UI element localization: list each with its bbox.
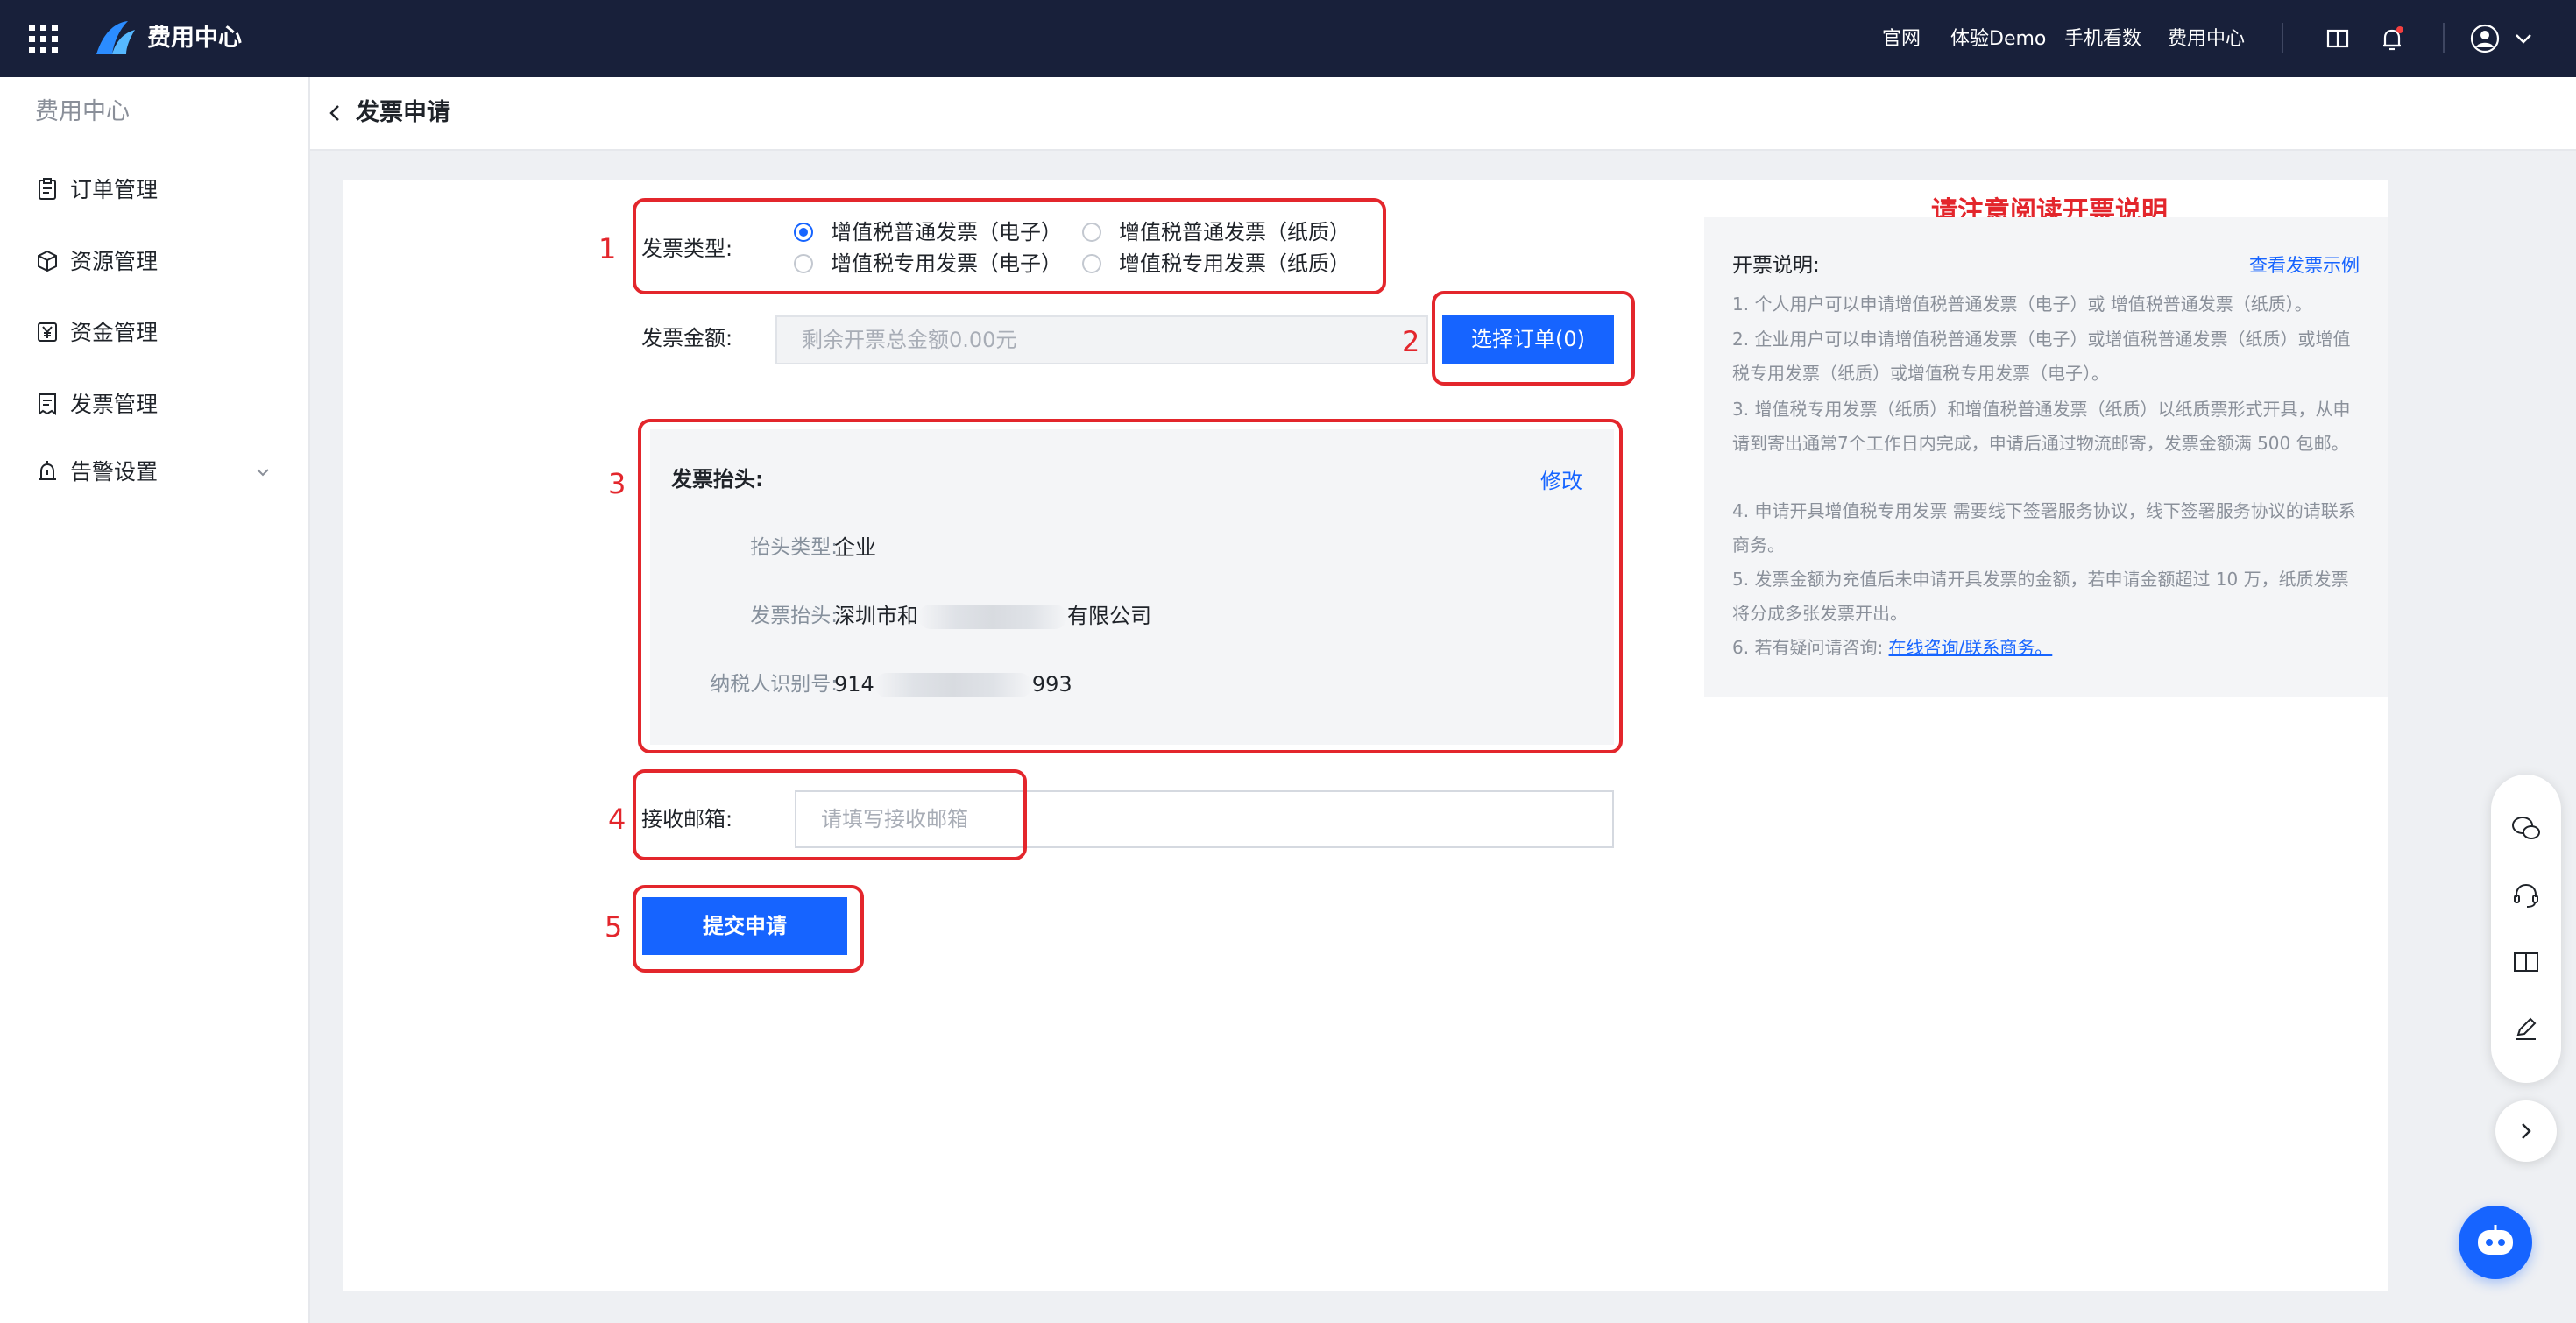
- annotation-box-select-order: [1432, 291, 1635, 386]
- nav-divider: [2443, 23, 2445, 53]
- annotation-number: 2: [1402, 325, 1420, 358]
- page-title: 发票申请: [356, 99, 450, 126]
- book-icon[interactable]: [2510, 946, 2542, 978]
- note-item: 2. 企业用户可以申请增值税普通发票（电子）或增值税普通发票（纸质）或增值税专用…: [1732, 329, 2351, 384]
- note-item: 1. 个人用户可以申请增值税普通发票（电子）或 增值税普通发票（纸质）。: [1732, 294, 2312, 315]
- alarm-icon: [39, 461, 56, 480]
- nav-link-official-site[interactable]: 官网: [1882, 26, 1921, 53]
- amount-placeholder: 剩余开票总金额0.00元: [802, 328, 1017, 352]
- annotation-number: 4: [608, 803, 626, 836]
- note-item-contact: 6. 若有疑问请咨询: 在线咨询/联系商务。: [1732, 637, 2053, 658]
- contact-link[interactable]: 在线咨询/联系商务。: [1889, 637, 2053, 658]
- note-item: 3. 增值税专用发票（纸质）和增值税普通发票（纸质）以纸质票形式开具，从申请到寄…: [1732, 399, 2351, 454]
- wechat-icon[interactable]: [2510, 813, 2542, 845]
- brand-name: 费用中心: [147, 25, 242, 52]
- annotation-box-submit: [633, 885, 864, 973]
- chevron-down-icon[interactable]: [254, 463, 272, 481]
- sidebar-item-orders[interactable]: 订单管理: [35, 171, 280, 209]
- nav-divider: [2282, 23, 2283, 53]
- headset-icon[interactable]: [2510, 880, 2542, 911]
- invoice-amount-input[interactable]: 剩余开票总金额0.00元: [775, 315, 1428, 364]
- nav-link-demo[interactable]: 体验Demo: [1950, 26, 2046, 53]
- note-item: 4. 申请开具增值税专用发票 需要线下签署服务协议，线下签署服务协议的请联系商务…: [1732, 500, 2356, 555]
- bell-icon[interactable]: [2376, 23, 2408, 54]
- annotation-box-invoice-type: [633, 198, 1386, 294]
- edit-icon[interactable]: [2510, 1013, 2542, 1044]
- invoice-icon: [39, 393, 56, 415]
- note-item: 5. 发票金额为充值后未申请开具发票的金额，若申请金额超过 10 万，纸质发票将…: [1732, 569, 2349, 624]
- expand-panel-button[interactable]: [2495, 1100, 2557, 1162]
- sidebar-item-invoices[interactable]: 发票管理: [35, 386, 280, 424]
- sidebar-item-funds[interactable]: 资金管理: [35, 314, 280, 352]
- sidebar-item-label: 订单管理: [70, 177, 159, 202]
- nav-link-mobile[interactable]: 手机看数: [2064, 26, 2141, 53]
- app-grid-icon[interactable]: [29, 25, 58, 53]
- chevron-down-icon[interactable]: [2513, 23, 2534, 54]
- book-icon[interactable]: [2322, 23, 2353, 54]
- notes-title: 开票说明:: [1732, 254, 1820, 277]
- sidebar-title: 费用中心: [35, 98, 130, 125]
- sidebar-item-resources[interactable]: 资源管理: [35, 243, 280, 281]
- yuan-icon: [38, 322, 57, 342]
- annotation-box-invoice-header: [638, 419, 1623, 753]
- user-avatar-icon[interactable]: [2469, 23, 2501, 54]
- invoice-amount-label: 发票金额:: [641, 326, 733, 350]
- sidebar-item-label: 资源管理: [70, 249, 159, 274]
- back-arrow-icon[interactable]: [324, 102, 345, 124]
- nav-link-billing[interactable]: 费用中心: [2168, 26, 2245, 53]
- sidebar-item-alarms[interactable]: 告警设置: [35, 453, 272, 492]
- page-header: 发票申请: [310, 77, 2576, 151]
- order-icon: [39, 178, 56, 200]
- chevron-right-icon: [2522, 1123, 2531, 1139]
- sidebar-item-label: 告警设置: [70, 459, 159, 485]
- floating-toolbar: [2491, 775, 2561, 1083]
- robot-icon: [2478, 1225, 2513, 1255]
- annotation-number: 3: [608, 467, 626, 500]
- sidebar-item-label: 资金管理: [70, 320, 159, 345]
- chatbot-button[interactable]: [2459, 1206, 2532, 1279]
- annotation-box-email: [633, 769, 1027, 860]
- invoice-notes-panel: 开票说明: 查看发票示例 1. 个人用户可以申请增值税普通发票（电子）或 增值税…: [1704, 217, 2388, 697]
- view-invoice-example-link[interactable]: 查看发票示例: [2249, 251, 2360, 280]
- annotation-number: 1: [598, 232, 617, 265]
- annotation-number: 5: [605, 910, 623, 944]
- sidebar-item-label: 发票管理: [70, 392, 159, 417]
- top-navbar: 费用中心 官网 体验Demo 手机看数 费用中心: [0, 0, 2576, 77]
- sidebar: 费用中心 订单管理 资源管理 资金管理 发票管理 告警设置: [0, 77, 310, 1323]
- brand-logo-icon[interactable]: [95, 19, 137, 56]
- cube-icon: [38, 250, 57, 272]
